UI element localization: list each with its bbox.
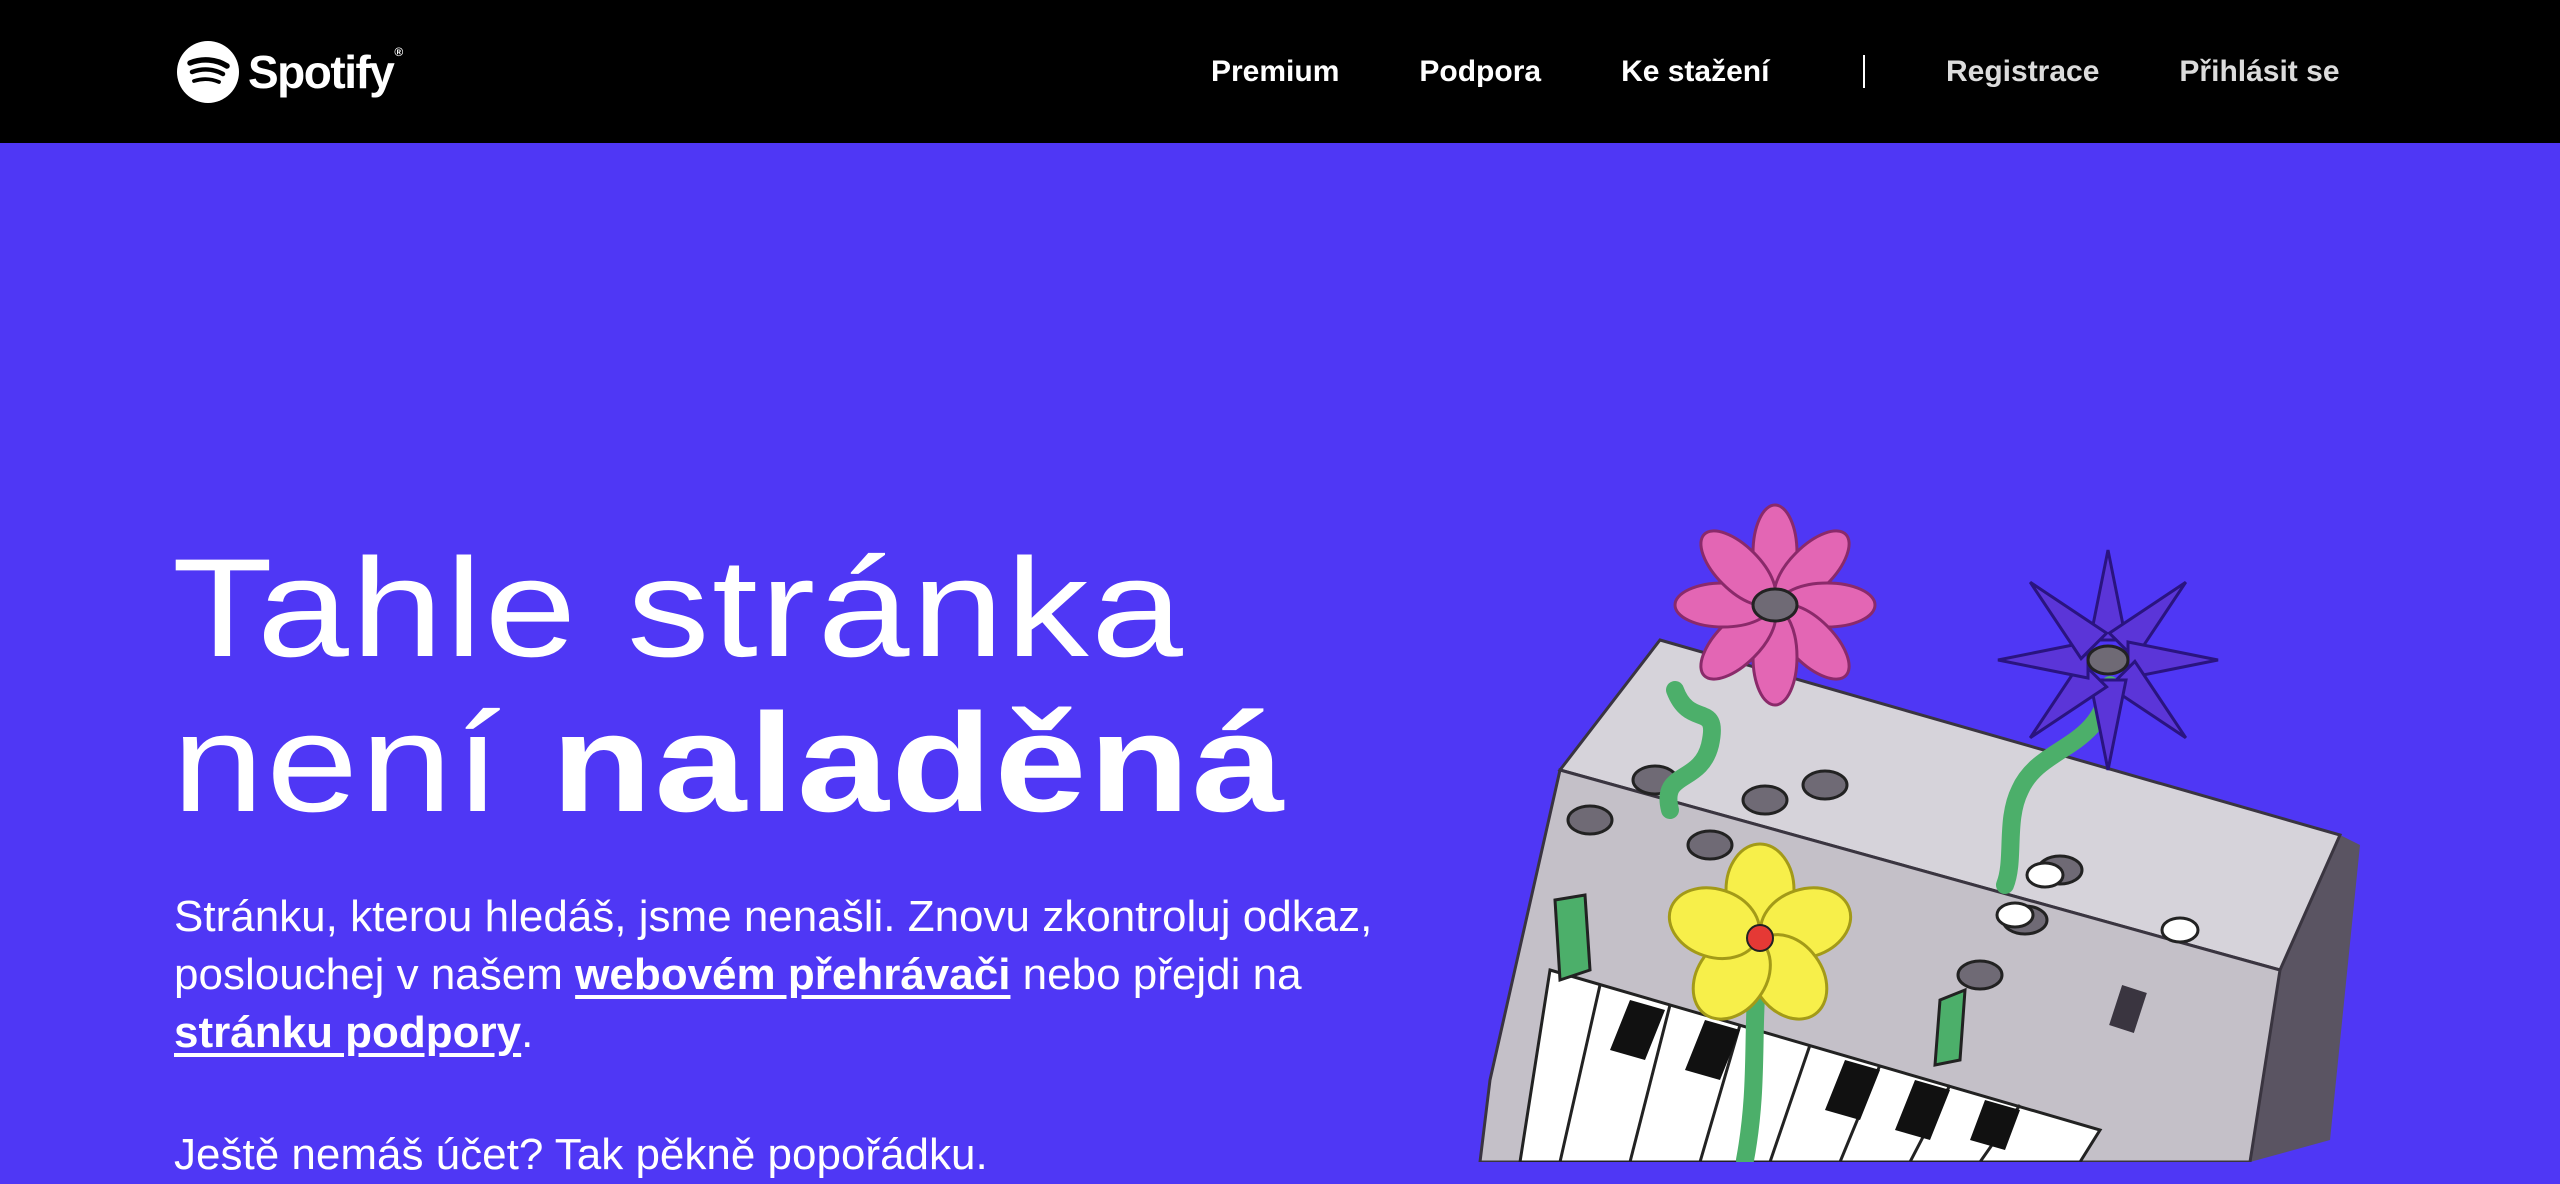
nav-download-link[interactable]: Ke stažení: [1621, 55, 1769, 89]
error-headline: Tahle stránka není naladěná: [172, 530, 1286, 840]
support-page-link[interactable]: stránku podpory: [174, 1008, 521, 1057]
nav-login-link[interactable]: Přihlásit se: [2179, 55, 2339, 89]
nav-support-link[interactable]: Podpora: [1419, 55, 1541, 89]
headline-line-1: Tahle stránka: [172, 529, 1186, 686]
nav-premium-link[interactable]: Premium: [1211, 55, 1339, 89]
spotify-logo-icon: [177, 41, 239, 103]
headline-line-2-plain: není: [172, 684, 552, 841]
spotify-logo[interactable]: Spotify®: [176, 38, 403, 106]
spotify-wordmark: Spotify®: [248, 45, 403, 98]
top-nav-bar: Spotify® Premium Podpora Ke stažení Regi…: [0, 0, 2560, 143]
synthesizer-with-flowers-illustration: [1478, 503, 2360, 1162]
web-player-link[interactable]: webovém přehrávači: [575, 950, 1010, 999]
description-text-3: .: [521, 1008, 534, 1057]
headline-line-2-bold: naladěná: [551, 684, 1287, 841]
description-text-2: nebo přejdi na: [1010, 950, 1302, 999]
account-nav: Registrace Přihlásit se: [1946, 46, 2340, 98]
signup-prompt: Ještě nemáš účet? Tak pěkně popořádku.: [174, 1130, 988, 1179]
nav-signup-link[interactable]: Registrace: [1946, 55, 2099, 89]
primary-nav: Premium Podpora Ke stažení: [1211, 46, 1769, 98]
nav-divider: [1863, 55, 1865, 88]
error-description: Stránku, kterou hledáš, jsme nenašli. Zn…: [174, 888, 1374, 1062]
